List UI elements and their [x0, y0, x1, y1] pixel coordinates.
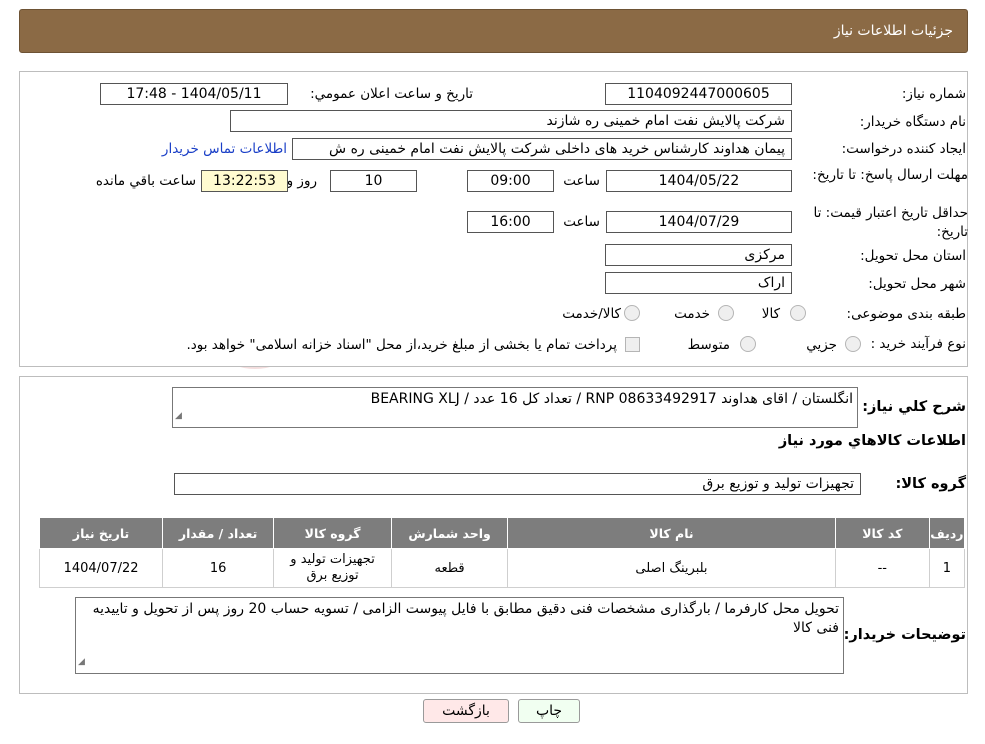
cell-group-text: تجهیزات تولید و توزیع برق	[290, 552, 375, 583]
goods-table: رديف کد کالا نام کالا واحد شمارش گروه کا…	[38, 517, 966, 588]
treasury-checkbox[interactable]	[625, 337, 640, 352]
creator-field[interactable]: پیمان هداوند کارشناس خرید های داخلی شرکت…	[292, 138, 792, 160]
process-medium-radio[interactable]	[740, 336, 756, 352]
table-row: 1 -- بلبرینگ اصلی قطعه تجهیزات تولید و ت…	[38, 548, 966, 588]
cell-name: بلبرینگ اصلی	[507, 548, 836, 588]
announce-label: تاریخ و ساعت اعلان عمومي:	[310, 86, 473, 102]
cell-code: --	[834, 548, 930, 588]
process-label: نوع فرآيند خريد :	[870, 336, 966, 352]
notes-text: تحویل محل کارفرما / بارگذاری مشخصات فنی …	[92, 601, 839, 636]
validity-time-field[interactable]: 16:00	[467, 211, 554, 233]
city-label: شهر محل تحويل:	[868, 276, 966, 292]
page-title: جزئیات اطلاعات نیاز	[833, 23, 953, 39]
cell-index: 1	[928, 548, 966, 588]
resize-grip-icon[interactable]: ◢	[175, 407, 182, 426]
process-minor-radio[interactable]	[845, 336, 861, 352]
validity-date-field[interactable]: 1404/07/29	[606, 211, 792, 233]
goods-info-title: اطلاعات کالاهاي مورد نياز	[778, 433, 966, 449]
city-field[interactable]: اراک	[605, 272, 792, 294]
cell-date: 1404/07/22	[38, 548, 164, 588]
col-code: کد کالا	[834, 517, 930, 549]
category-goods-label: کالا	[761, 306, 780, 322]
category-goods-radio[interactable]	[790, 305, 806, 321]
col-name: نام کالا	[507, 517, 836, 549]
col-unit: واحد شمارش	[391, 517, 509, 549]
need-number-label: شماره نیاز:	[901, 86, 966, 102]
buyer-contact-link[interactable]: اطلاعات تماس خريدار	[162, 141, 287, 157]
deadline-date-field[interactable]: 1404/05/22	[606, 170, 792, 192]
deadline-time-field[interactable]: 09:00	[467, 170, 554, 192]
resize-grip-icon[interactable]: ◢	[78, 653, 85, 672]
summary-field[interactable]: BEARING XLJ / تعداد کل 16 عدد / RNP انگل…	[172, 387, 858, 428]
need-number-field[interactable]: 1104092447000605	[605, 83, 792, 105]
notes-field[interactable]: تحویل محل کارفرما / بارگذاری مشخصات فنی …	[75, 597, 844, 674]
cell-unit: قطعه	[391, 548, 509, 588]
cell-group: تجهیزات تولید و توزیع برق	[273, 548, 393, 588]
deadline-time-label: ساعت	[563, 173, 600, 189]
creator-label: ايجاد کننده درخواست:	[841, 141, 966, 157]
summary-label: شرح کلي نياز:	[862, 399, 966, 415]
category-service-radio[interactable]	[718, 305, 734, 321]
days-field[interactable]: 10	[330, 170, 417, 192]
cell-qty: 16	[162, 548, 275, 588]
page-header: جزئیات اطلاعات نیاز	[19, 9, 968, 53]
announce-datetime-field[interactable]: 1404/05/11 - 17:48	[100, 83, 288, 105]
col-index: رديف	[928, 517, 966, 549]
summary-text: BEARING XLJ / تعداد کل 16 عدد / RNP انگل…	[370, 391, 853, 407]
validity-time-label: ساعت	[563, 214, 600, 230]
process-medium-label: متوسط	[687, 337, 730, 353]
remaining-label: ساعت باقي مانده	[95, 173, 196, 189]
table-header-row: رديف کد کالا نام کالا واحد شمارش گروه کا…	[38, 517, 966, 549]
process-minor-label: جزيي	[806, 337, 837, 353]
days-label: روز و	[286, 173, 317, 189]
col-date: تاريخ نياز	[38, 517, 164, 549]
back-button[interactable]: بازگشت	[423, 699, 509, 723]
goods-group-label: گروه کالا:	[895, 476, 966, 492]
province-label: استان محل تحويل:	[860, 248, 966, 264]
category-goods-service-label: کالا/خدمت	[562, 306, 621, 322]
print-button[interactable]: چاپ	[518, 699, 580, 723]
buyer-org-field[interactable]: شرکت پالایش نفت امام خمینی ره شازند	[230, 110, 792, 132]
remaining-time-field: 13:22:53	[201, 170, 288, 192]
col-group: گروه کالا	[273, 517, 393, 549]
category-service-label: خدمت	[674, 306, 710, 322]
col-qty: تعداد / مقدار	[162, 517, 275, 549]
buyer-org-label: نام دستگاه خريدار:	[859, 114, 966, 130]
validity-label: حداقل تاريخ اعتبار قيمت: تا تاريخ:	[813, 205, 968, 240]
category-label: طبقه بندی موضوعی:	[846, 306, 966, 322]
category-goods-service-radio[interactable]	[624, 305, 640, 321]
province-field[interactable]: مرکزی	[605, 244, 792, 266]
notes-label: توضيحات خريدار:	[843, 627, 966, 643]
deadline-label: مهلت ارسال پاسخ: تا تاريخ:	[812, 167, 968, 183]
treasury-note: پرداخت تمام یا بخشی از مبلغ خرید،از محل …	[186, 337, 617, 353]
goods-group-field[interactable]: تجهیزات تولید و توزیع برق	[174, 473, 861, 495]
